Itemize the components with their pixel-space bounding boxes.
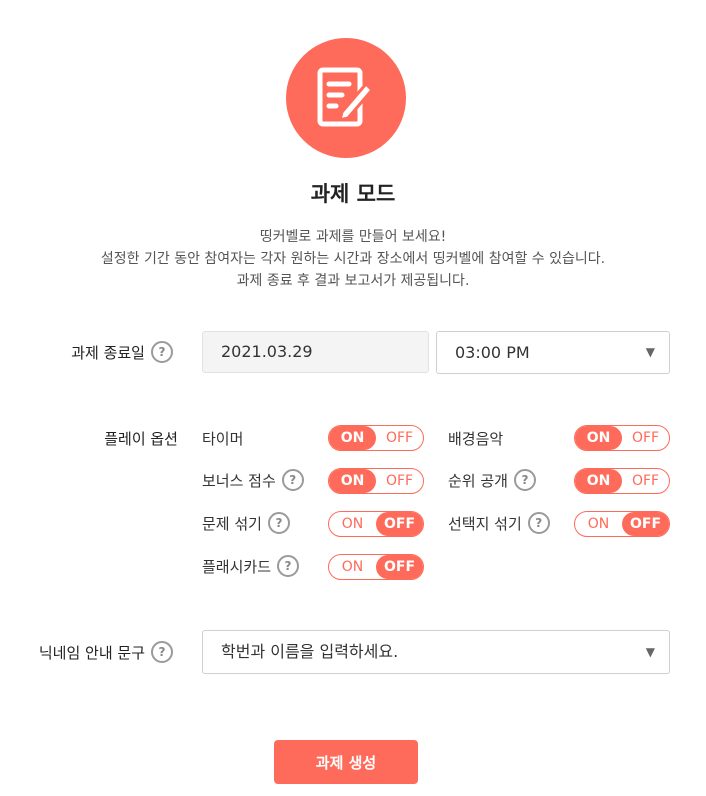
help-icon[interactable]: ? [151,641,173,663]
edit-document-icon [317,67,374,127]
nickname-guide-label-text: 닉네임 안내 문구 [38,643,145,662]
description-line: 과제 종료 후 결과 보고서가 제공됩니다. [236,273,470,289]
option-label-ranking: 순위 공개 ? [448,469,536,491]
bonus-score-toggle[interactable]: ON OFF [328,468,424,494]
end-date-label: 과제 종료일 ? [71,341,173,363]
option-label-text: 순위 공개 [448,471,508,490]
description-line: 설정한 기간 동안 참여자는 각자 원하는 시간과 장소에서 띵커벨에 참여할 … [100,251,606,267]
end-date-input[interactable]: 2021.03.29 [202,331,429,373]
option-label-bonus-score: 보너스 점수 ? [202,469,304,491]
option-label-text: 선택지 섞기 [448,514,522,533]
chevron-down-icon: ▼ [645,345,655,359]
task-mode-icon-circle [286,38,406,158]
option-label-flashcard: 플래시카드 ? [202,555,300,577]
flashcard-toggle[interactable]: ON OFF [328,554,424,580]
help-icon[interactable]: ? [151,341,173,363]
toggle-off[interactable]: OFF [376,426,423,450]
nickname-guide-select[interactable]: 학번과 이름을 입력하세요. ▼ [202,630,670,674]
toggle-on[interactable]: ON [575,426,622,450]
toggle-off[interactable]: OFF [376,512,423,536]
play-options-label: 플레이 옵션 [104,430,178,448]
option-label-bgm: 배경음악 [448,428,503,449]
toggle-on[interactable]: ON [329,555,376,579]
toggle-off[interactable]: OFF [622,469,669,493]
toggle-on[interactable]: ON [575,512,622,536]
nickname-guide-value: 학번과 이름을 입력하세요. [221,642,399,661]
help-icon[interactable]: ? [267,512,290,534]
end-time-select[interactable]: 03:00 PM ▼ [436,331,670,374]
shuffle-choices-toggle[interactable]: ON OFF [574,511,670,537]
timer-toggle[interactable]: ON OFF [328,425,424,451]
help-icon[interactable]: ? [527,512,550,534]
ranking-toggle[interactable]: ON OFF [574,468,670,494]
toggle-on[interactable]: ON [329,512,376,536]
nickname-guide-label: 닉네임 안내 문구 ? [39,641,173,663]
bgm-toggle[interactable]: ON OFF [574,425,670,451]
toggle-off[interactable]: OFF [376,555,423,579]
toggle-off[interactable]: OFF [622,512,669,536]
shuffle-questions-toggle[interactable]: ON OFF [328,511,424,537]
chevron-down-icon: ▼ [645,645,655,659]
toggle-on[interactable]: ON [329,426,376,450]
option-label-timer: 타이머 [202,428,243,449]
option-label-text: 문제 섞기 [202,514,262,533]
option-label-text: 타이머 [202,430,244,448]
toggle-on[interactable]: ON [575,469,622,493]
option-label-text: 보너스 점수 [202,471,276,490]
help-icon[interactable]: ? [513,469,536,491]
page-description: 띵커벨로 과제를 만들어 보세요! 설정한 기간 동안 참여자는 각자 원하는 … [0,226,706,292]
option-label-shuffle-questions: 문제 섞기 ? [202,512,290,534]
end-time-value: 03:00 PM [455,343,530,362]
toggle-off[interactable]: OFF [622,426,669,450]
help-icon[interactable]: ? [281,469,304,491]
toggle-off[interactable]: OFF [376,469,423,493]
help-icon[interactable]: ? [277,555,300,577]
option-label-text: 배경음악 [448,430,504,448]
option-label-text: 플래시카드 [202,557,272,576]
description-line: 띵커벨로 과제를 만들어 보세요! [259,229,447,245]
toggle-on[interactable]: ON [329,469,376,493]
create-task-button[interactable]: 과제 생성 [274,740,418,784]
option-label-shuffle-choices: 선택지 섞기 ? [448,512,550,534]
page-title: 과제 모드 [310,182,396,206]
end-date-label-text: 과제 종료일 [71,343,145,362]
